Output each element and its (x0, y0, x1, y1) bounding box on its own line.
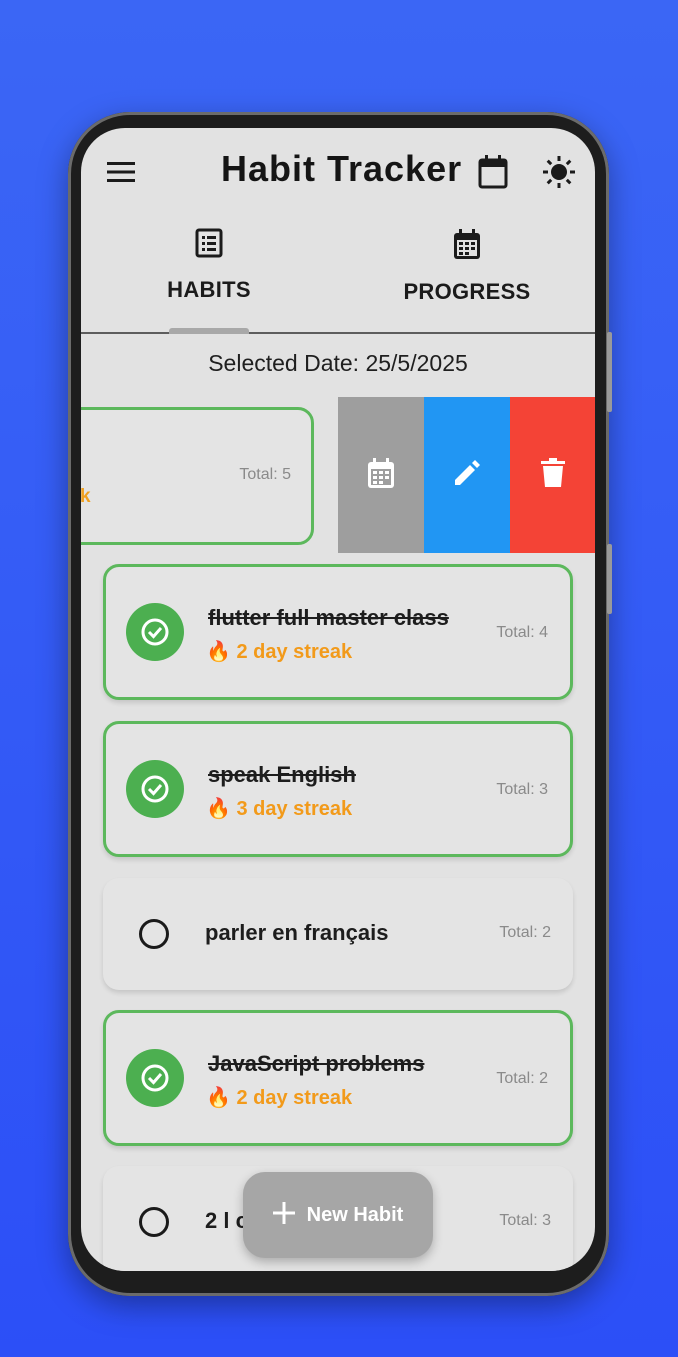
streak-fragment: k (81, 486, 91, 507)
swipe-actions (338, 397, 595, 553)
circle-outline-icon[interactable] (139, 919, 169, 949)
habit-name: flutter full master class (208, 605, 449, 630)
check-circle-icon[interactable] (126, 603, 184, 661)
sun-icon[interactable] (537, 150, 581, 194)
check-circle-icon[interactable] (126, 1049, 184, 1107)
habit-total: Total: 2 (499, 924, 551, 941)
delete-action-button[interactable] (510, 397, 595, 553)
tab-label: HABITS (167, 277, 251, 302)
habit-card[interactable]: parler en français Total: 2 (103, 878, 573, 990)
streak-text: 2 day streak (236, 641, 353, 663)
selected-date: Selected Date: 25/5/2025 (208, 350, 468, 376)
fire-icon: 🔥 (206, 798, 231, 820)
habit-name: parler en français (205, 920, 389, 945)
swiped-habit-card[interactable]: k Total: 5 (81, 407, 314, 545)
habit-card[interactable]: speak English 🔥 3 day streak Total: 3 (103, 721, 573, 857)
habit-streak: 🔥 2 day streak (206, 639, 352, 664)
habit-name: JavaScript problems (208, 1051, 425, 1076)
habit-name: 2 l c (205, 1208, 248, 1233)
habit-streak: 🔥 2 day streak (206, 1085, 352, 1110)
calendar-grid-icon (367, 457, 395, 494)
phone-frame: Habit Tracker HABITS PROGRESS Selected D… (68, 112, 612, 1296)
app-bar: Habit Tracker (81, 128, 595, 216)
edit-action-button[interactable] (424, 397, 510, 553)
streak-text: 2 day streak (236, 1087, 353, 1109)
streak-text: 3 day streak (236, 798, 353, 820)
habit-streak: 🔥 3 day streak (206, 796, 352, 821)
habit-total: Total: 4 (496, 624, 548, 641)
volume-button (607, 332, 612, 412)
tab-bar: HABITS PROGRESS (81, 228, 595, 334)
tab-label: PROGRESS (403, 279, 531, 304)
list-icon (195, 228, 223, 263)
habit-total: Total: 3 (499, 1212, 551, 1229)
power-button (607, 544, 612, 614)
tab-progress[interactable]: PROGRESS (377, 228, 557, 328)
tab-habits[interactable]: HABITS (119, 228, 299, 328)
plus-icon (272, 1201, 295, 1229)
fire-icon: 🔥 (206, 1087, 231, 1109)
fire-icon: 🔥 (206, 641, 231, 663)
new-habit-button[interactable]: New Habit (243, 1172, 433, 1258)
trash-icon (541, 457, 565, 493)
habit-total: Total: 2 (496, 1070, 548, 1087)
calendar-grid-icon (453, 228, 481, 265)
new-habit-label: New Habit (306, 1203, 404, 1226)
circle-outline-icon[interactable] (139, 1207, 169, 1237)
calendar-icon[interactable] (471, 150, 515, 194)
tab-indicator (169, 328, 249, 334)
app-screen: Habit Tracker HABITS PROGRESS Selected D… (81, 128, 595, 1271)
habit-total: Total: 3 (496, 781, 548, 798)
habit-card[interactable]: JavaScript problems 🔥 2 day streak Total… (103, 1010, 573, 1146)
habit-card[interactable]: flutter full master class 🔥 2 day streak… (103, 564, 573, 700)
menu-icon[interactable] (101, 152, 141, 192)
habit-total: Total: 5 (239, 466, 291, 483)
habit-name: speak English (208, 762, 356, 787)
page-title: Habit Tracker (221, 148, 463, 189)
pencil-icon (452, 458, 482, 493)
check-circle-icon[interactable] (126, 760, 184, 818)
calendar-action-button[interactable] (338, 397, 424, 553)
